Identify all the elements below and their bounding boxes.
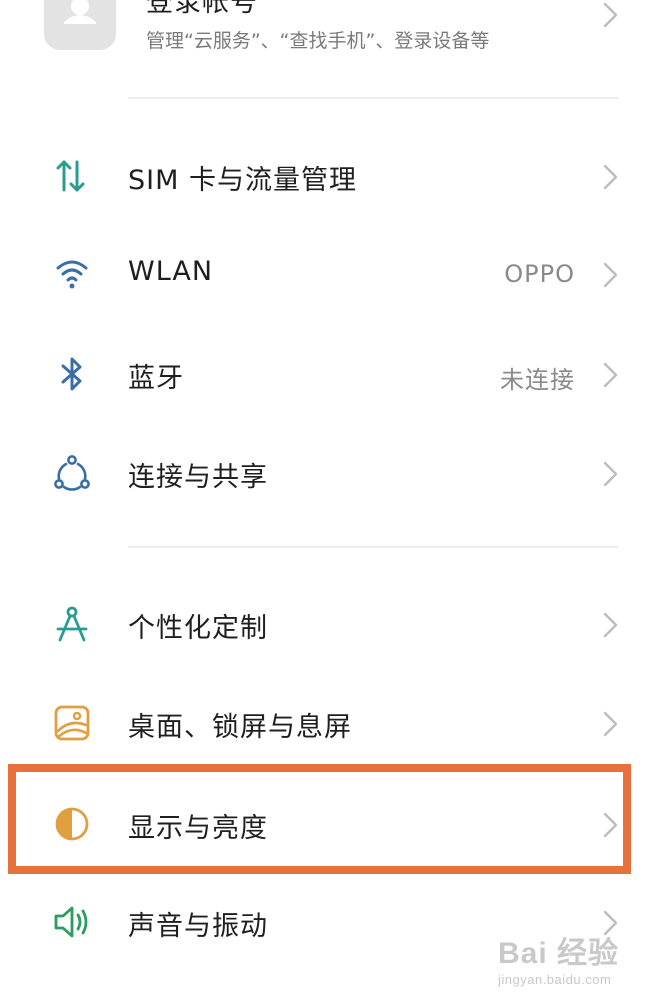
settings-row-connection[interactable]: 连接与共享 [0,427,649,517]
data-transfer-icon [50,154,94,198]
watermark-brand: Bai 经验 [498,937,620,970]
settings-row-display[interactable]: 显示与亮度 [0,778,649,868]
divider [128,546,618,548]
baidu-watermark: Bai 经验 jingyan.baidu.com [498,928,619,987]
wifi-icon [50,252,94,296]
settings-row-bluetooth[interactable]: 蓝牙 未连接 [0,328,649,418]
chevron-right-icon [600,810,622,840]
display-label: 显示与亮度 [128,813,268,844]
chevron-right-icon [600,260,622,290]
wlan-label: WLAN [128,256,214,287]
settings-row-desktop[interactable]: 桌面、锁屏与息屏 [0,677,649,767]
settings-row-sim[interactable]: SIM 卡与流量管理 [0,130,649,220]
connection-label: 连接与共享 [128,462,268,493]
watermark-url: jingyan.baidu.com [498,972,612,987]
account-title: 登录帐号 [146,0,258,18]
desktop-label: 桌面、锁屏与息屏 [128,712,352,743]
settings-row-personalize[interactable]: 个性化定制 [0,578,649,668]
bluetooth-icon [50,352,94,396]
chevron-right-icon [600,459,622,489]
wlan-value: OPPO [504,260,575,288]
account-subtitle: 管理“云服务”、“查找手机”、登录设备等 [146,30,490,52]
person-icon [64,0,96,24]
wallpaper-icon [50,701,94,745]
bluetooth-value: 未连接 [500,366,575,394]
speaker-icon [50,900,94,944]
brightness-icon [50,802,94,846]
personalize-label: 个性化定制 [128,613,268,644]
chevron-right-icon [600,610,622,640]
compass-icon [50,602,94,646]
sim-label: SIM 卡与流量管理 [128,165,357,196]
share-network-icon [50,451,94,495]
settings-row-wlan[interactable]: WLAN OPPO [0,228,649,318]
sound-label: 声音与振动 [128,911,268,942]
divider [128,97,618,99]
chevron-right-icon [600,0,622,30]
chevron-right-icon [600,709,622,739]
chevron-right-icon [600,162,622,192]
account-row[interactable]: 登录帐号 管理“云服务”、“查找手机”、登录设备等 [0,0,649,60]
avatar [44,0,116,50]
bluetooth-label: 蓝牙 [128,363,184,394]
chevron-right-icon [600,360,622,390]
